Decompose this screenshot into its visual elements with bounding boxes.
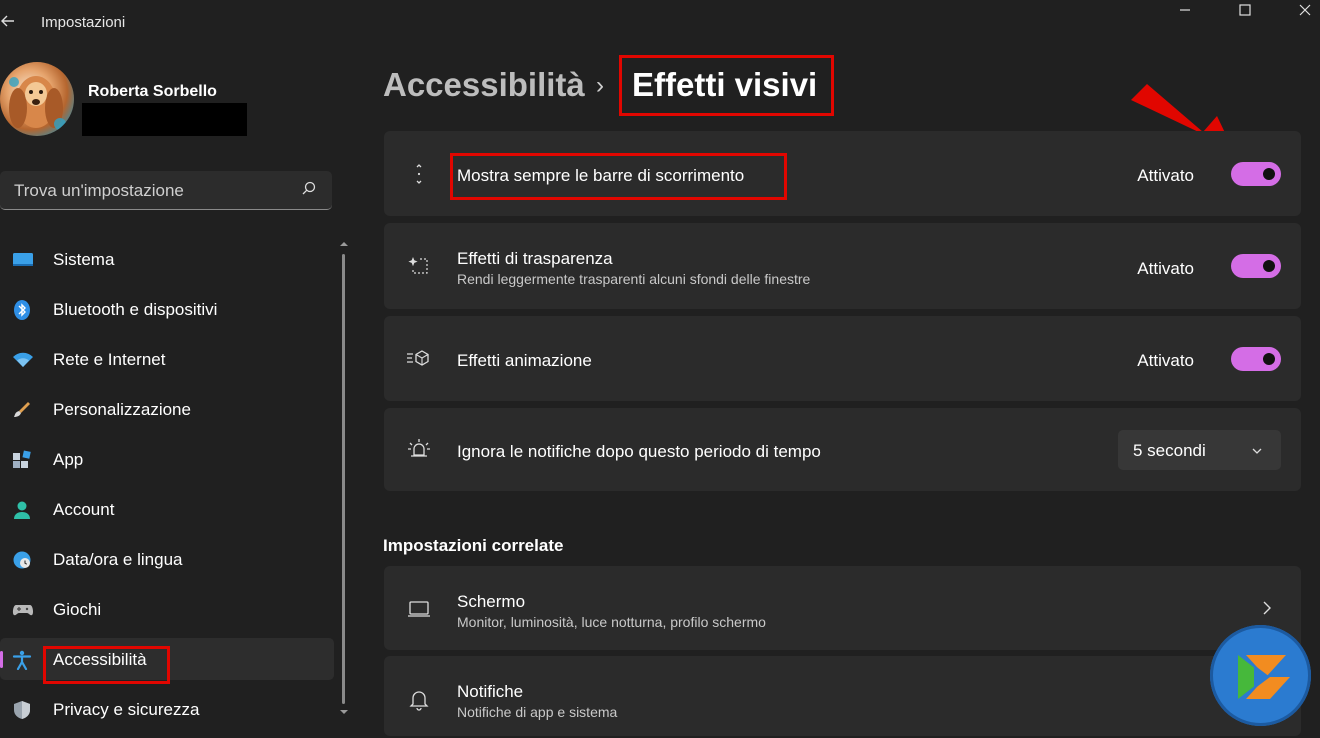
minimize-icon[interactable] (1162, 0, 1208, 26)
sidebar-item-personalizzazione[interactable]: Personalizzazione (0, 388, 334, 430)
sidebar-item-label: Data/ora e lingua (53, 550, 183, 569)
active-indicator (0, 651, 3, 668)
title-bar: Impostazioni (0, 0, 1320, 46)
bluetooth-icon (12, 300, 32, 320)
related-subtitle: Monitor, luminosità, luce notturna, prof… (457, 614, 766, 630)
setting-card-notifications-timeout: Ignora le notifiche dopo questo periodo … (384, 408, 1301, 491)
related-subtitle: Notifiche di app e sistema (457, 704, 618, 720)
sidebar-scrollbar[interactable] (340, 240, 348, 718)
sidebar-item-data-ora[interactable]: Data/ora e lingua (0, 538, 334, 580)
user-name: Roberta Sorbello (88, 83, 217, 100)
watermark-logo (1210, 625, 1311, 726)
related-item-notifiche[interactable]: Notifiche Notifiche di app e sistema (384, 656, 1301, 736)
related-settings-title: Impostazioni correlate (383, 536, 564, 555)
back-arrow-icon[interactable] (0, 12, 20, 34)
setting-card-animation: Effetti animazione Attivato (384, 316, 1301, 401)
shield-icon (12, 700, 32, 720)
related-title: Schermo (457, 592, 526, 611)
laptop-icon (406, 596, 432, 622)
scroll-arrows-icon (406, 161, 432, 187)
toggle-knob (1263, 353, 1275, 365)
notification-timeout-dropdown[interactable]: 5 secondi (1118, 430, 1281, 470)
setting-title: Effetti di trasparenza (457, 249, 613, 268)
setting-title: Effetti animazione (457, 351, 592, 370)
sidebar-item-label: Account (53, 500, 115, 519)
app-title: Impostazioni (41, 14, 126, 31)
sidebar-item-label: Bluetooth e dispositivi (53, 300, 218, 319)
wifi-icon (12, 350, 33, 370)
bell-icon (406, 686, 432, 712)
setting-card-transparency: Effetti di trasparenza Rendi leggermente… (384, 223, 1301, 309)
scrollbar-thumb[interactable] (342, 254, 345, 704)
sidebar-item-label: Sistema (53, 250, 115, 269)
toggle-knob (1263, 168, 1275, 180)
sidebar-item-label: Personalizzazione (53, 400, 191, 419)
sidebar-item-privacy[interactable]: Privacy e sicurezza (0, 688, 334, 730)
sidebar-item-sistema[interactable]: Sistema (0, 238, 334, 280)
related-item-schermo[interactable]: Schermo Monitor, luminosità, luce nottur… (384, 566, 1301, 650)
globe-clock-icon (12, 550, 32, 570)
breadcrumb-parent[interactable]: Accessibilità (383, 66, 585, 104)
sidebar-item-bluetooth[interactable]: Bluetooth e dispositivi (0, 288, 334, 330)
accessibility-icon (12, 650, 32, 671)
animation-icon (406, 346, 432, 372)
sidebar-item-app[interactable]: App (0, 438, 334, 480)
setting-subtitle: Rendi leggermente trasparenti alcuni sfo… (457, 271, 811, 287)
sidebar-item-account[interactable]: Account (0, 488, 334, 530)
toggle-state-label: Attivato (1137, 259, 1194, 278)
animation-toggle[interactable] (1231, 347, 1281, 371)
chevron-right-icon (1261, 600, 1273, 616)
close-icon[interactable] (1282, 0, 1320, 26)
sidebar-item-label: App (53, 450, 84, 469)
sidebar-item-giochi[interactable]: Giochi (0, 588, 334, 630)
sidebar-item-label: Rete e Internet (53, 350, 166, 369)
toggle-knob (1263, 260, 1275, 272)
highlight-box (450, 153, 787, 200)
toggle-state-label: Attivato (1137, 166, 1194, 185)
gamepad-icon (12, 600, 34, 620)
redacted-email (82, 103, 247, 136)
sidebar-item-label: Privacy e sicurezza (53, 700, 200, 719)
toggle-state-label: Attivato (1137, 351, 1194, 370)
highlight-box (619, 55, 834, 116)
brush-icon (12, 400, 32, 420)
setting-title: Ignora le notifiche dopo questo periodo … (457, 442, 821, 461)
dropdown-value: 5 secondi (1133, 441, 1206, 460)
highlight-box (43, 646, 170, 684)
chevron-down-icon (1251, 444, 1263, 456)
monitor-icon (12, 250, 33, 270)
apps-icon (12, 450, 32, 470)
sidebar-item-rete[interactable]: Rete e Internet (0, 338, 334, 380)
scrollbars-toggle[interactable] (1231, 162, 1281, 186)
sparkle-window-icon (406, 253, 432, 279)
sidebar-item-label: Giochi (53, 600, 102, 619)
person-icon (12, 500, 32, 520)
search-icon[interactable] (300, 180, 318, 198)
transparency-toggle[interactable] (1231, 254, 1281, 278)
search-input[interactable] (12, 171, 296, 211)
maximize-icon[interactable] (1222, 0, 1268, 26)
search-box[interactable] (0, 171, 332, 211)
related-title: Notifiche (457, 682, 524, 701)
breadcrumb-separator: › (596, 72, 604, 99)
sun-alert-icon (406, 436, 432, 462)
avatar[interactable] (0, 62, 74, 136)
